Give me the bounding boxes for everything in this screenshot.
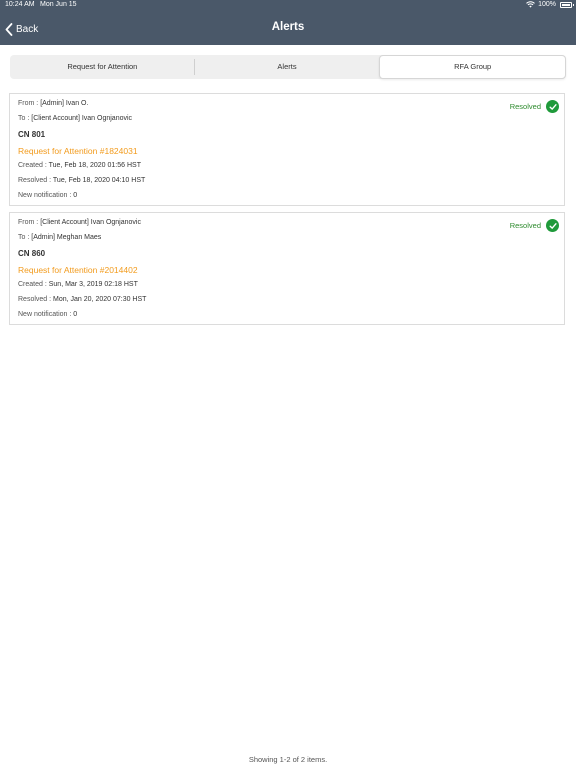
resolved-line: Resolved : Tue, Feb 18, 2020 04:10 HST <box>18 177 145 184</box>
to-line: To : [Admin] Meghan Maes <box>18 234 101 241</box>
status-label: Resolved <box>509 221 541 230</box>
status-bar: 10:24 AM Mon Jun 15 100% <box>0 0 576 11</box>
to-value: [Admin] Meghan Maes <box>31 234 102 241</box>
new-notification-value: 0 <box>73 192 78 199</box>
created-value: Sun, Mar 3, 2019 02:18 HST <box>48 281 138 288</box>
navigation-bar: Back Alerts <box>0 11 576 45</box>
resolved-label: Resolved : <box>18 296 52 303</box>
page-title: Alerts <box>271 21 305 33</box>
status-date: Mon Jun 15 <box>40 1 77 8</box>
created-line: Created : Tue, Feb 18, 2020 01:56 HST <box>18 162 141 169</box>
to-label: To : <box>18 115 30 122</box>
new-notification-label: New notification : <box>18 311 72 318</box>
cn-number: CN 801 <box>18 130 46 139</box>
new-notification-value: 0 <box>73 311 78 318</box>
to-value: [Client Account] Ivan Ognjanovic <box>31 115 133 122</box>
resolved-label: Resolved : <box>18 177 52 184</box>
alert-card[interactable]: From : [Client Account] Ivan Ognjanovic … <box>9 212 565 325</box>
check-circle-icon <box>546 100 559 113</box>
cn-number: CN 860 <box>18 249 46 258</box>
created-label: Created : <box>18 281 47 288</box>
resolved-line: Resolved : Mon, Jan 20, 2020 07:30 HST <box>18 296 146 303</box>
battery-percent: 100% <box>538 1 556 8</box>
alert-card[interactable]: From : [Admin] Ivan O. To : [Client Acco… <box>9 93 565 206</box>
created-line: Created : Sun, Mar 3, 2019 02:18 HST <box>18 281 138 288</box>
battery-icon <box>560 2 574 8</box>
items-count: Showing 1-2 of 2 items. <box>248 755 328 764</box>
new-notification-label: New notification : <box>18 192 72 199</box>
new-notification-line: New notification : 0 <box>18 311 77 318</box>
status-label: Resolved <box>509 102 541 111</box>
rfa-link[interactable]: Request for Attention #2014402 <box>18 265 138 275</box>
status-time: 10:24 AM <box>5 1 35 8</box>
check-circle-icon <box>546 219 559 232</box>
from-label: From : <box>18 100 39 107</box>
tab-alerts[interactable]: Alerts <box>195 55 380 79</box>
status-badge: Resolved <box>510 100 559 113</box>
resolved-value: Mon, Jan 20, 2020 07:30 HST <box>53 296 147 303</box>
created-label: Created : <box>18 162 47 169</box>
resolved-value: Tue, Feb 18, 2020 04:10 HST <box>52 177 146 184</box>
created-value: Tue, Feb 18, 2020 01:56 HST <box>48 162 141 169</box>
rfa-link[interactable]: Request for Attention #1824031 <box>18 146 138 156</box>
status-badge: Resolved <box>510 219 559 232</box>
wifi-icon <box>526 1 535 10</box>
from-label: From : <box>18 219 39 226</box>
from-line: From : [Client Account] Ivan Ognjanovic <box>18 219 141 226</box>
new-notification-line: New notification : 0 <box>18 192 77 199</box>
to-label: To : <box>18 234 30 241</box>
segmented-control: Request for Attention Alerts RFA Group <box>10 55 567 79</box>
to-line: To : [Client Account] Ivan Ognjanovic <box>18 115 132 122</box>
tab-request-for-attention[interactable]: Request for Attention <box>10 55 195 79</box>
tab-rfa-group[interactable]: RFA Group <box>379 55 567 79</box>
from-line: From : [Admin] Ivan O. <box>18 100 88 107</box>
from-value: [Client Account] Ivan Ognjanovic <box>40 219 141 226</box>
from-value: [Admin] Ivan O. <box>40 100 89 107</box>
